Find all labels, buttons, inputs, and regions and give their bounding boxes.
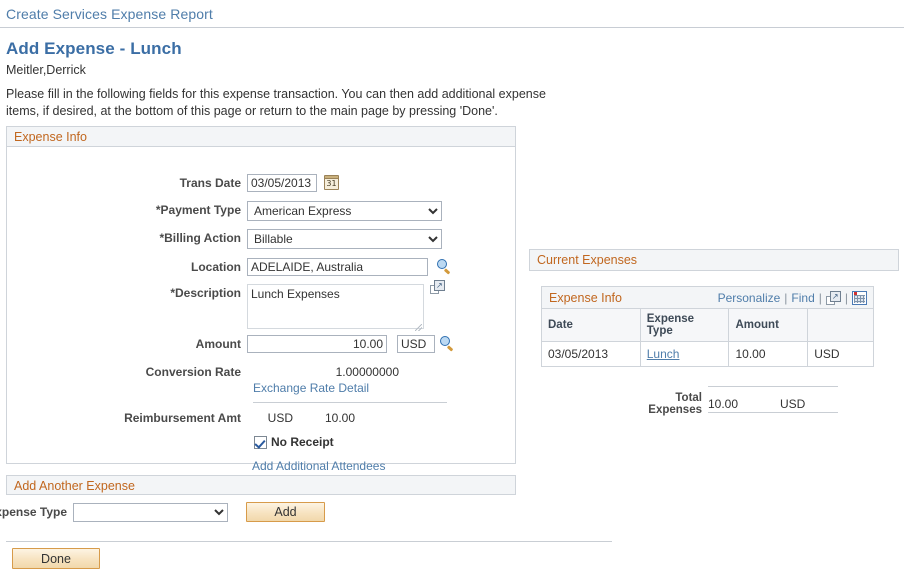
table-row: 03/05/2013 Lunch 10.00 USD <box>541 341 874 367</box>
reimbursement-value: 10.00 <box>324 411 355 425</box>
reimbursement-row: Reimbursement Amt USD 10.00 <box>7 409 355 427</box>
conversion-rate-label: Conversion Rate <box>145 365 241 379</box>
total-divider-top <box>708 386 838 387</box>
total-expenses-value: 10.00 <box>708 397 739 411</box>
add-button[interactable]: Add <box>246 502 325 522</box>
conversion-rate-row: Conversion Rate 1.00000000 <box>7 363 399 381</box>
trans-date-input[interactable] <box>247 174 317 192</box>
done-button[interactable]: Done <box>12 548 100 569</box>
cell-expense-type: Lunch <box>639 341 730 367</box>
expense-info-groupbox: Expense Info Trans Date 31 *Payment Type… <box>6 126 516 473</box>
total-expenses-label: Total Expenses <box>648 392 702 416</box>
expense-info-section-header: Expense Info <box>7 127 515 147</box>
amount-label: Amount <box>195 337 241 351</box>
payment-type-label: *Payment Type <box>155 203 241 217</box>
trans-date-row: Trans Date 31 <box>7 174 339 192</box>
trans-date-label: Trans Date <box>179 176 241 190</box>
add-another-expense-groupbox: Add Another Expense <box>6 475 516 497</box>
reimbursement-label: Reimbursement Amt <box>124 411 241 425</box>
no-receipt-label: No Receipt <box>271 435 334 449</box>
add-attendees-row: Add Additional Attendees <box>252 459 385 473</box>
expand-grid-icon[interactable]: ↗ <box>825 290 841 305</box>
payment-type-select[interactable]: American Express <box>247 201 442 221</box>
download-spreadsheet-icon[interactable] <box>852 290 867 305</box>
total-divider-bottom <box>708 412 838 413</box>
reimbursement-currency: USD <box>267 411 293 425</box>
currency-lookup-icon[interactable] <box>439 336 455 352</box>
billing-action-row: *Billing Action Billable <box>7 229 442 249</box>
textarea-resize-grip[interactable] <box>415 324 422 331</box>
billing-action-label: *Billing Action <box>159 231 241 245</box>
grid-title: Expense Info <box>549 290 622 305</box>
description-row: *Description Lunch Expenses ↗ <box>7 280 445 332</box>
toolbar-separator-2: | <box>818 290 822 305</box>
page-title: Add Expense - Lunch <box>6 39 182 58</box>
amount-row: Amount <box>7 335 455 353</box>
payment-type-row: *Payment Type American Express <box>7 201 442 221</box>
expense-type-select[interactable] <box>73 502 228 522</box>
location-input[interactable] <box>247 258 428 276</box>
table-header-row: Date Expense Type Amount <box>541 308 874 342</box>
billing-action-select[interactable]: Billable <box>247 229 442 249</box>
expense-type-row: Expense Type Add <box>0 502 325 522</box>
description-label: *Description <box>170 286 241 300</box>
add-additional-attendees-link[interactable]: Add Additional Attendees <box>252 459 385 473</box>
conversion-rate-value: 1.00000000 <box>335 365 399 379</box>
column-header-amount[interactable]: Amount <box>728 308 809 342</box>
divider-above-reimbursement <box>253 402 447 403</box>
expense-type-label: Expense Type <box>0 505 67 519</box>
calendar-icon-day: 31 <box>326 179 337 188</box>
exchange-rate-detail-row: Exchange Rate Detail <box>253 381 369 395</box>
grid-toolbar: Personalize | Find | ↗ | <box>718 290 867 305</box>
toolbar-separator-1: | <box>784 290 788 305</box>
toolbar-separator-3: | <box>844 290 848 305</box>
footer-divider <box>6 541 612 542</box>
employee-name: Meitler,Derrick <box>6 63 86 77</box>
column-header-date[interactable]: Date <box>541 308 641 342</box>
column-header-expense-type[interactable]: Expense Type <box>639 308 730 342</box>
exchange-rate-detail-link[interactable]: Exchange Rate Detail <box>253 381 369 395</box>
expenses-table: Date Expense Type Amount 03/05/2013 Lunc… <box>541 308 874 367</box>
location-lookup-icon[interactable] <box>436 259 452 275</box>
amount-currency-input[interactable] <box>397 335 435 353</box>
total-expenses-currency: USD <box>780 397 806 411</box>
calendar-icon[interactable]: 31 <box>324 175 339 190</box>
add-another-expense-section-header: Add Another Expense <box>6 475 516 495</box>
instructions-text: Please fill in the following fields for … <box>6 87 546 118</box>
find-link[interactable]: Find <box>791 291 814 305</box>
expense-report-page: Create Services Expense Report Add Expen… <box>0 0 914 574</box>
current-expenses-groupbox: Current Expenses <box>529 249 899 271</box>
no-receipt-checkbox[interactable] <box>254 435 267 449</box>
location-row: Location <box>7 258 452 276</box>
breadcrumb-link-create-services-expense-report[interactable]: Create Services Expense Report <box>6 6 213 22</box>
current-expenses-section-header: Current Expenses <box>530 250 898 270</box>
current-expenses-grid: Expense Info Personalize | Find | ↗ | Da… <box>541 286 874 367</box>
no-receipt-row: No Receipt <box>254 435 334 449</box>
cell-currency: USD <box>807 341 874 367</box>
description-textarea[interactable]: Lunch Expenses <box>247 284 424 329</box>
column-header-currency[interactable] <box>807 308 874 342</box>
cell-date: 03/05/2013 <box>541 341 641 367</box>
breadcrumb: Create Services Expense Report <box>0 6 904 28</box>
location-label: Location <box>191 260 241 274</box>
personalize-link[interactable]: Personalize <box>718 291 781 305</box>
amount-input[interactable] <box>247 335 387 353</box>
grid-titlebar: Expense Info Personalize | Find | ↗ | <box>541 286 874 308</box>
cell-amount: 10.00 <box>728 341 809 367</box>
description-expand-icon[interactable]: ↗ <box>430 280 445 294</box>
expense-type-link[interactable]: Lunch <box>647 347 680 361</box>
